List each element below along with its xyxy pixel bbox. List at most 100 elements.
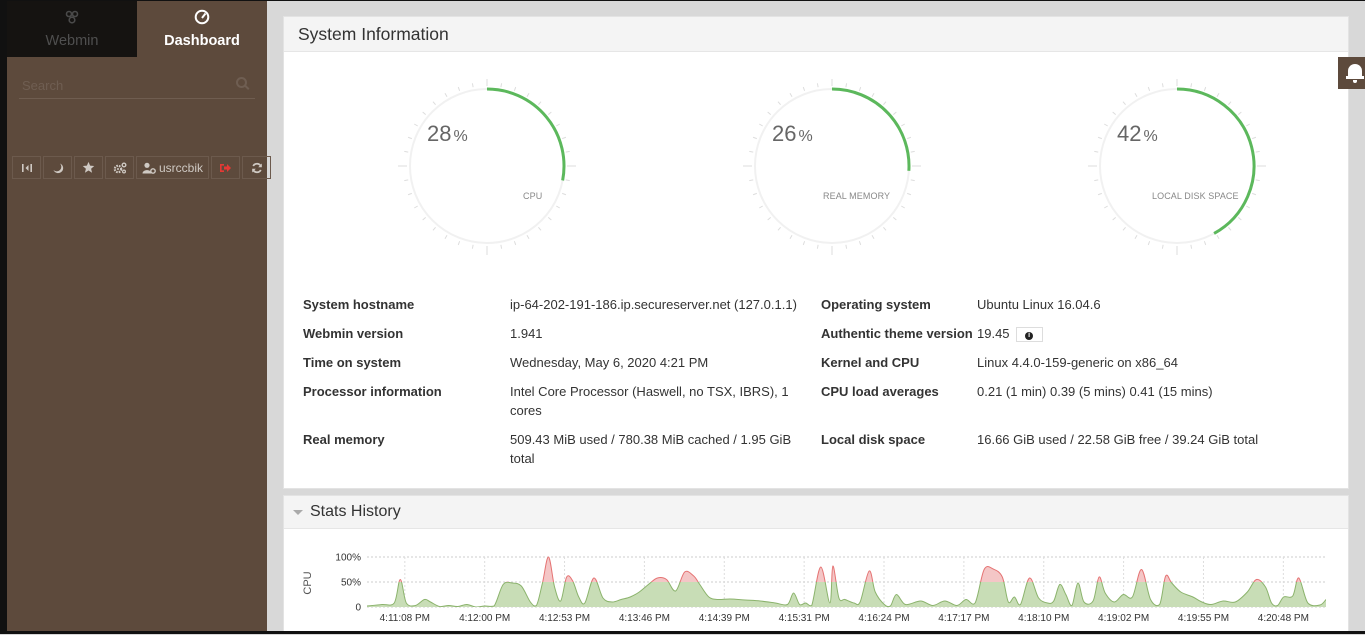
- tab-webmin-label: Webmin: [46, 33, 99, 49]
- info-value: 19.45i: [977, 324, 1337, 343]
- gauge-tick: [1113, 217, 1116, 220]
- x-tick-label: 4:16:24 PM: [858, 613, 909, 624]
- cpu-data-point: [1292, 595, 1293, 596]
- cpu-data-point: [838, 597, 839, 598]
- cpu-data-point: [693, 575, 694, 576]
- gauge-tick: [1123, 227, 1126, 230]
- cpu-data-point: [708, 596, 709, 597]
- info-value: Intel Core Processor (Haswell, no TSX, I…: [510, 382, 800, 420]
- cpu-data-point: [1247, 591, 1248, 592]
- cpu-data-point: [905, 604, 906, 605]
- cpu-data-point: [560, 600, 561, 601]
- info-key: Authentic theme version: [821, 324, 973, 343]
- cpu-data-point: [572, 580, 573, 581]
- dashboard-gauge-icon: [194, 9, 210, 29]
- x-tick-label: 4:12:53 PM: [539, 613, 590, 624]
- refresh-button[interactable]: [242, 156, 271, 179]
- notifications-button[interactable]: [1338, 57, 1365, 89]
- gauge-tick: [458, 241, 459, 245]
- toggle-sidebar-button[interactable]: [12, 156, 41, 179]
- caret-down-icon[interactable]: [293, 510, 303, 515]
- gauge-tick: [433, 227, 436, 230]
- gauge-tick: [501, 83, 502, 87]
- sidebar-toolbar: usrccbik: [12, 156, 271, 179]
- tab-dashboard[interactable]: Dashboard: [137, 1, 267, 57]
- cpu-data-point: [699, 584, 700, 585]
- gauge-tick: [790, 235, 792, 238]
- cpu-data-point: [853, 602, 854, 603]
- gauge-tick: [1256, 180, 1260, 181]
- gauge-tick: [817, 83, 818, 87]
- gauge-tick: [883, 102, 886, 105]
- search-icon[interactable]: [236, 77, 247, 88]
- star-icon: [82, 161, 95, 174]
- gauge-tick: [527, 235, 529, 238]
- cpu-data-point: [920, 600, 921, 601]
- gauge-dial: [397, 79, 577, 259]
- gauge-tick: [901, 124, 904, 126]
- logout-button[interactable]: [211, 156, 240, 179]
- cpu-data-point: [832, 565, 833, 566]
- cpu-data-point: [890, 605, 891, 606]
- gauge-tick: [872, 235, 874, 238]
- gauge-tick: [1204, 241, 1205, 245]
- gauge-tick: [408, 193, 412, 194]
- gauge-tick: [423, 217, 426, 220]
- cpu-data-point: [944, 600, 945, 601]
- gauge-tick: [556, 124, 559, 126]
- cpu-data-point: [787, 604, 788, 605]
- gauge-tick: [527, 93, 529, 96]
- cpu-data-point: [1201, 601, 1202, 602]
- cpu-data-point: [475, 606, 476, 607]
- night-mode-button[interactable]: [43, 156, 72, 179]
- x-tick-label: 4:15:31 PM: [779, 613, 830, 624]
- gauge-tick: [562, 137, 566, 138]
- info-key: Time on system: [303, 353, 401, 372]
- panel-title: Stats History: [310, 503, 401, 521]
- gauge-tick: [1246, 124, 1249, 126]
- gauge-arc: [1177, 89, 1254, 233]
- gauge-tick: [548, 112, 551, 115]
- gauge-tick: [1123, 102, 1126, 105]
- gauge-tick: [1094, 180, 1098, 181]
- cpu-data-point: [639, 591, 640, 592]
- cpu-data-point: [382, 604, 383, 605]
- gauge-tick: [423, 112, 426, 115]
- cpu-data-point: [956, 605, 957, 606]
- cpu-data-point: [717, 599, 718, 600]
- sidebar: Webmin Dashboard usrccbik: [7, 1, 267, 631]
- cpu-data-point: [578, 596, 579, 597]
- cpu-data-point: [630, 596, 631, 597]
- user-account-button[interactable]: usrccbik: [136, 156, 209, 179]
- gauge-tick: [1135, 235, 1137, 238]
- info-key: Operating system: [821, 295, 931, 314]
- tab-webmin[interactable]: Webmin: [7, 1, 137, 57]
- cpu-data-point: [1065, 594, 1066, 595]
- cpu-data-point: [1223, 600, 1224, 601]
- cpu-data-point: [1235, 601, 1236, 602]
- username-label: usrccbik: [159, 161, 203, 175]
- gauge-tick: [1246, 206, 1249, 208]
- cpu-data-point: [775, 602, 776, 603]
- cpu-data-point: [430, 601, 431, 602]
- cpu-data-point: [542, 582, 543, 583]
- stats-history-header[interactable]: Stats History: [284, 496, 1348, 529]
- cpu-data-point: [1059, 584, 1060, 585]
- theme-info-button[interactable]: i: [1016, 327, 1043, 342]
- favorites-button[interactable]: [74, 156, 103, 179]
- gauge-tick: [859, 241, 860, 245]
- info-value: Ubuntu Linux 16.04.6: [977, 295, 1337, 314]
- cpu-data-point: [1008, 601, 1009, 602]
- search-input[interactable]: [19, 72, 255, 98]
- cpu-data-point: [1192, 596, 1193, 597]
- cpu-data-point: [657, 577, 658, 578]
- theme-config-button[interactable]: [105, 156, 134, 179]
- cpu-data-point: [1180, 591, 1181, 592]
- info-key: Real memory: [303, 430, 385, 449]
- gauge-dial: [742, 79, 922, 259]
- x-tick-label: 4:11:08 PM: [380, 613, 430, 624]
- gauge-tick: [749, 180, 753, 181]
- gauge-tick: [1104, 124, 1107, 126]
- gauge-tick: [548, 217, 551, 220]
- cpu-data-point: [1165, 575, 1166, 576]
